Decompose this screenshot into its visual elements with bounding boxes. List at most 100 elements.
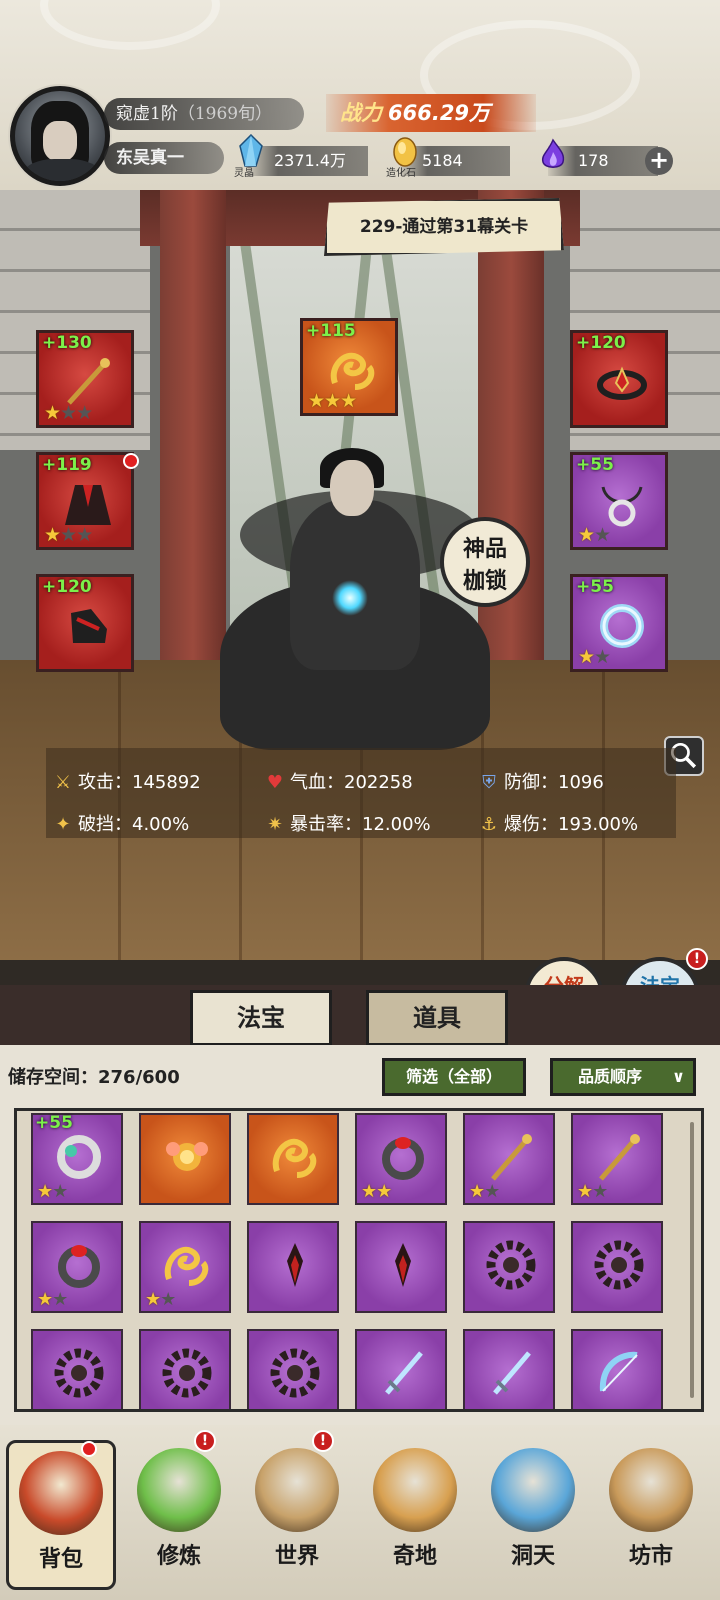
star-rating: ★★ — [578, 646, 611, 668]
golden-dragon-icon — [330, 352, 375, 390]
thorn-wheel-icon — [486, 1240, 536, 1290]
star-rating: ★★★ — [44, 402, 93, 424]
spirit-crystal-value: 2371.4万 — [274, 151, 346, 170]
inventory-scrollbar[interactable] — [690, 1122, 694, 1398]
golden-flower-icon — [166, 1142, 208, 1171]
equip-slot-treasure[interactable]: +115 ★★★ — [300, 318, 398, 416]
rank-age-text: （1969旬） — [177, 104, 273, 124]
badge-line-2: 枷锁 — [462, 568, 507, 594]
portal-icon — [491, 1448, 575, 1532]
inventory-item[interactable]: +55 ★★ — [31, 1113, 123, 1205]
cloud-decoration — [40, 0, 220, 50]
storage-capacity: 储存空间：276/600 — [8, 1067, 180, 1088]
enhance-level: +55 — [576, 455, 614, 475]
equip-slot-boots[interactable]: +120 — [36, 574, 134, 672]
inventory-item[interactable] — [139, 1113, 231, 1205]
inventory-item[interactable]: ★★ — [463, 1113, 555, 1205]
purple-flame-value: 178 — [578, 151, 609, 170]
spirit-crystal-caption: 灵晶 — [234, 168, 254, 179]
nav-bag[interactable]: 背包 — [6, 1440, 116, 1590]
nav-lotus[interactable]: 修炼! — [124, 1430, 234, 1590]
inventory-item[interactable] — [247, 1221, 339, 1313]
combat-power-banner: 战力 666.29万 — [326, 94, 536, 132]
inventory-item[interactable] — [247, 1329, 339, 1409]
nav-pagoda[interactable]: 奇地 — [360, 1440, 470, 1590]
equip-slot-armor[interactable]: +119 ★★★ — [36, 452, 139, 550]
thorn-wheel-icon — [54, 1348, 104, 1398]
nav-label: 世界 — [274, 1543, 319, 1569]
dagger-icon — [395, 1243, 411, 1287]
sword-icon: ⚔ — [54, 772, 72, 793]
add-resource-button[interactable]: + — [645, 147, 673, 175]
spirit-crystal-icon — [239, 134, 263, 167]
creation-stone-caption: 造化石 — [386, 168, 416, 179]
dagger-icon — [287, 1243, 303, 1287]
equip-slot-crown[interactable]: +120 — [570, 330, 668, 428]
inventory-item[interactable]: ★★ — [355, 1113, 447, 1205]
enhance-level: +115 — [306, 321, 356, 341]
break-icon: ✦ — [55, 814, 71, 835]
golden-dragon-icon — [272, 1138, 317, 1178]
bracelet-icon — [57, 1135, 101, 1179]
sort-label: 品质顺序 — [577, 1067, 642, 1086]
star-rating: ★★ — [577, 1181, 608, 1202]
enhance-level: +55 — [576, 577, 614, 597]
robe-icon — [65, 485, 111, 525]
ring-icon — [382, 1137, 424, 1180]
nav-label: 修炼 — [156, 1543, 201, 1569]
enhance-level: +130 — [42, 333, 92, 353]
quest-banner[interactable]: 229-通过第31幕关卡 — [324, 198, 564, 256]
inventory-item[interactable] — [355, 1329, 447, 1409]
inventory-item[interactable] — [571, 1329, 663, 1409]
stat-attack: ⚔ 攻击：145892 — [52, 770, 201, 796]
bag-icon — [19, 1451, 103, 1535]
filter-dropdown[interactable]: 筛选（全部） — [382, 1058, 526, 1096]
enhance-level: +120 — [576, 333, 626, 353]
tab-items[interactable]: 道具 — [366, 990, 508, 1046]
inventory-item[interactable] — [139, 1329, 231, 1409]
golden-dragon-icon — [164, 1246, 209, 1286]
star-rating: ★★ — [578, 524, 611, 546]
resource-spirit-crystal: 2371.4万 — [248, 146, 368, 176]
crown-icon — [597, 366, 647, 400]
equip-slot-necklace[interactable]: +55 ★★ — [570, 452, 668, 550]
player-name: 东吴真一 — [104, 142, 224, 174]
shield-icon: ⛨ — [482, 772, 496, 793]
player-avatar[interactable] — [10, 86, 110, 186]
badge-line-1: 神品 — [462, 536, 507, 562]
inventory-item[interactable]: ★★ — [571, 1113, 663, 1205]
lotus-icon — [137, 1448, 221, 1532]
equip-slot-weapon[interactable]: +130 ★★★ — [36, 330, 134, 428]
nav-market[interactable]: 坊市 — [596, 1440, 706, 1590]
staff-icon — [67, 358, 110, 405]
inventory-item[interactable] — [247, 1113, 339, 1205]
enhance-level: +55 — [35, 1113, 73, 1133]
heart-icon: ♥ — [266, 772, 284, 793]
stat-hp: ♥ 气血：202258 — [264, 770, 413, 796]
stat-crit-rate: ✷ 暴击率：12.00% — [264, 812, 430, 838]
alert-badge: ! — [312, 1430, 334, 1452]
inventory-item[interactable] — [463, 1329, 555, 1409]
inventory-item[interactable]: ★★ — [31, 1221, 123, 1313]
tab-bar — [0, 985, 720, 1047]
equip-slot-bracelet[interactable]: +55 ★★ — [570, 574, 668, 672]
inventory-item[interactable]: ★★ — [139, 1221, 231, 1313]
nav-scroll-map[interactable]: 世界! — [242, 1430, 352, 1590]
inventory-item[interactable] — [355, 1221, 447, 1313]
divine-shackle-badge[interactable]: 神品 枷锁 — [440, 517, 530, 607]
inventory-item[interactable] — [463, 1221, 555, 1313]
nav-portal[interactable]: 洞天 — [478, 1440, 588, 1590]
sort-dropdown[interactable]: 品质顺序 ∨ — [550, 1058, 696, 1096]
tab-treasure[interactable]: 法宝 — [190, 990, 332, 1046]
sword-icon — [385, 1351, 423, 1395]
boots-icon — [71, 609, 107, 643]
enhance-level: +119 — [42, 455, 92, 475]
staff-icon — [599, 1134, 640, 1181]
chevron-down-icon: ∨ — [672, 1067, 685, 1086]
inventory-item[interactable] — [571, 1221, 663, 1313]
staff-icon — [491, 1134, 532, 1181]
inventory-item[interactable] — [31, 1329, 123, 1409]
thorn-wheel-icon — [162, 1348, 212, 1398]
nav-label: 背包 — [38, 1546, 83, 1572]
star-rating: ★★ — [37, 1289, 68, 1310]
